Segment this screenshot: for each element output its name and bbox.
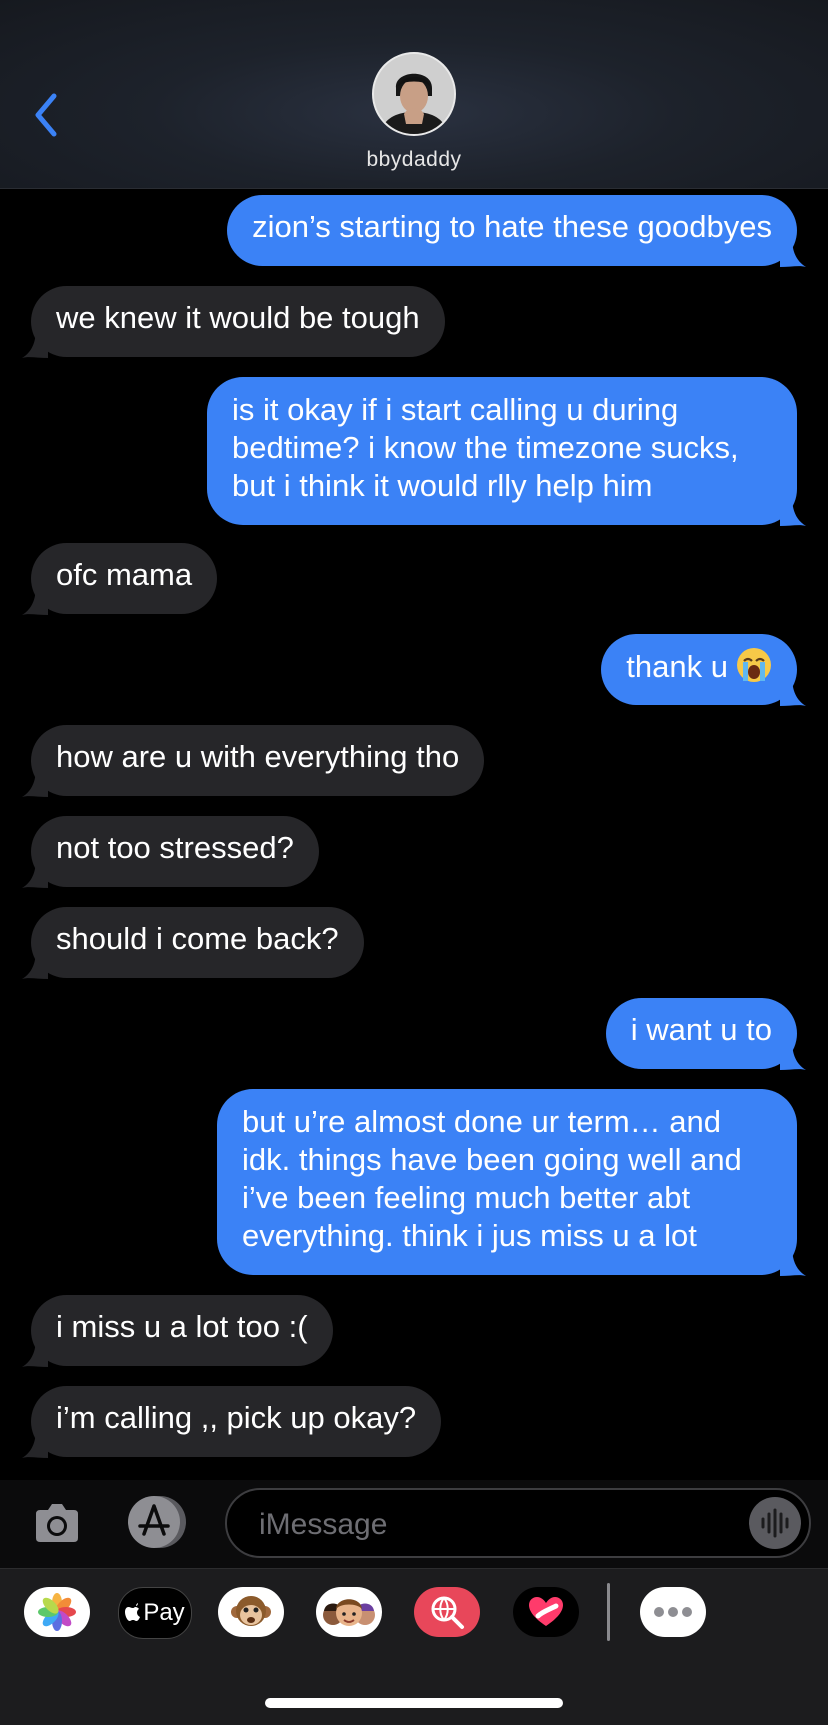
message-text: should i come back? (56, 921, 339, 956)
app-store-icon[interactable] (126, 1494, 190, 1550)
message-text: is it okay if i start calling u during b… (232, 392, 739, 503)
message-text: not too stressed? (56, 830, 294, 865)
contact-name[interactable]: bbydaddy (0, 148, 828, 172)
more-icon[interactable] (640, 1587, 706, 1637)
message-input-field[interactable] (225, 1488, 811, 1558)
message-text: i want u to (630, 1012, 772, 1047)
received-message[interactable]: i’m calling ,, pick up okay? (22, 1386, 442, 1458)
globe-search-icon[interactable] (414, 1587, 480, 1637)
received-message[interactable]: ofc mama (22, 543, 218, 615)
loudly-crying-face-icon (736, 647, 772, 692)
photos-icon[interactable] (24, 1587, 90, 1637)
received-message[interactable]: how are u with everything tho (22, 725, 485, 797)
home-indicator[interactable] (265, 1698, 563, 1708)
received-message[interactable]: not too stressed? (22, 816, 319, 888)
audio-waveform-icon[interactable] (749, 1497, 801, 1549)
message-text: but u’re almost done ur term… and idk. t… (242, 1104, 742, 1253)
sent-message[interactable]: i want u to (605, 998, 806, 1070)
message-text: thank u (626, 649, 728, 684)
apple-pay-label: Pay (143, 1599, 185, 1626)
apple-pay-icon[interactable]: Pay (118, 1587, 192, 1639)
camera-icon[interactable] (32, 1498, 82, 1548)
message-text: how are u with everything tho (56, 739, 460, 774)
sent-message[interactable]: zion’s starting to hate these goodbyes (227, 195, 806, 267)
message-text: ofc mama (56, 557, 193, 592)
message-thread[interactable]: zion’s starting to hate these goodbyes w… (0, 188, 828, 1480)
heart-touch-icon[interactable] (513, 1587, 579, 1637)
message-text: zion’s starting to hate these goodbyes (252, 209, 772, 244)
compose-bar (0, 1480, 828, 1568)
received-message[interactable]: should i come back? (22, 907, 364, 979)
chevron-left-icon[interactable] (28, 90, 68, 140)
message-text: i miss u a lot too :( (56, 1309, 308, 1344)
avatar[interactable] (372, 52, 456, 136)
drawer-divider (607, 1583, 610, 1641)
sent-message[interactable]: thank u (601, 634, 806, 706)
conversation-header: bbydaddy (0, 0, 828, 189)
received-message[interactable]: we knew it would be tough (22, 286, 445, 358)
memoji-icon[interactable] (316, 1587, 382, 1637)
received-message[interactable]: i miss u a lot too :( (22, 1295, 333, 1367)
message-text: we knew it would be tough (56, 300, 420, 335)
monkey-icon[interactable] (218, 1587, 284, 1637)
message-text: i’m calling ,, pick up okay? (56, 1400, 417, 1435)
sent-message[interactable]: but u’re almost done ur term… and idk. t… (217, 1089, 806, 1276)
sent-message[interactable]: is it okay if i start calling u during b… (207, 377, 806, 526)
message-input[interactable] (257, 1502, 721, 1548)
apple-logo-icon (125, 1603, 141, 1623)
